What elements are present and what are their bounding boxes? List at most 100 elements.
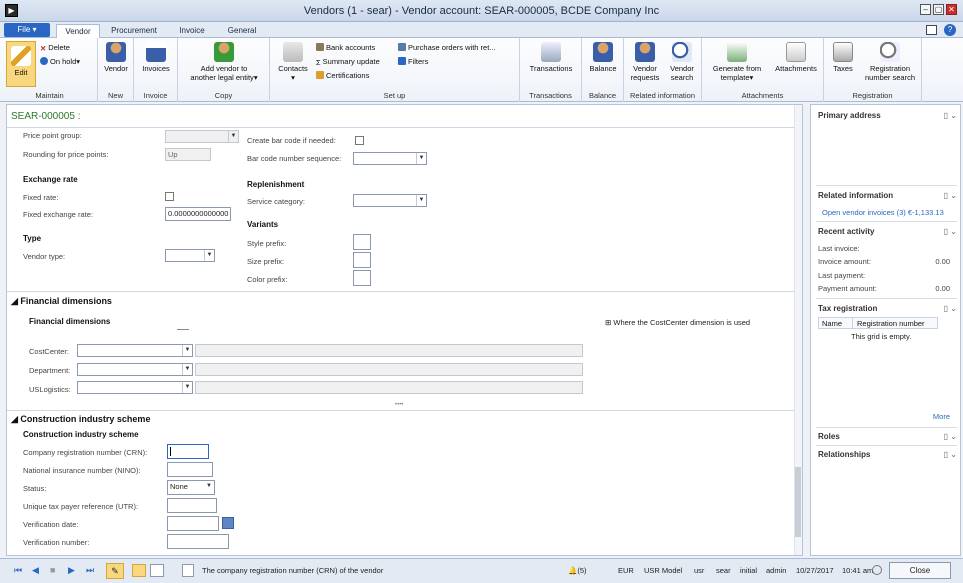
- pane-icons[interactable]: ▯ ⌄: [944, 450, 957, 459]
- record-id: SEAR-000005 :: [11, 111, 81, 122]
- pane-icons[interactable]: ▯ ⌄: [944, 111, 957, 120]
- session-date[interactable]: 10/27/2017: [796, 566, 834, 575]
- group-label: Transactions: [529, 91, 572, 100]
- fixed-exchange-rate-field[interactable]: 0.0000000000000: [165, 207, 231, 221]
- related-information-heading[interactable]: Related information: [818, 191, 893, 200]
- layer[interactable]: usr: [694, 566, 704, 575]
- color-prefix-field[interactable]: [353, 270, 371, 286]
- pane-icons[interactable]: ▯ ⌄: [944, 304, 957, 313]
- financial-dimensions-section[interactable]: ◢ Financial dimensions: [11, 296, 112, 307]
- barcode-seq-field[interactable]: ▼: [353, 152, 427, 165]
- grid-view-icon[interactable]: [150, 564, 164, 577]
- style-prefix-field[interactable]: [353, 234, 371, 250]
- size-prefix-field[interactable]: [353, 252, 371, 268]
- partition[interactable]: initial: [740, 566, 757, 575]
- invoices-button[interactable]: Invoices: [138, 42, 174, 73]
- taxes-button[interactable]: Taxes: [828, 42, 858, 73]
- transactions-button[interactable]: Transactions: [524, 42, 578, 73]
- delete-button[interactable]: ✕ Delete: [40, 43, 70, 53]
- vendor-requests-button[interactable]: Vendor requests: [628, 42, 662, 82]
- session-time[interactable]: 10:41 am: [842, 566, 873, 575]
- nino-field[interactable]: [167, 462, 213, 477]
- open-vendor-invoices-link[interactable]: Open vendor invoices (3) €-1,133.13: [822, 208, 944, 217]
- user[interactable]: admin: [766, 566, 786, 575]
- balance-icon: [593, 42, 613, 62]
- summary-update-button[interactable]: Σ Summary update: [316, 57, 380, 67]
- new-vendor-button[interactable]: Vendor: [100, 42, 132, 73]
- first-record-icon[interactable]: ⏮: [14, 565, 22, 576]
- bank-accounts-button[interactable]: Bank accounts: [316, 43, 375, 53]
- where-used-toggle[interactable]: ⊞ Where the CostCenter dimension is used: [605, 318, 750, 327]
- group-related-information: Vendor requests Vendor search Related info…: [624, 38, 702, 102]
- relationships-heading[interactable]: Relationships: [818, 450, 870, 459]
- cis-section[interactable]: ◢ Construction industry scheme: [11, 414, 150, 425]
- utr-field[interactable]: [167, 498, 217, 513]
- certifications-button[interactable]: Certifications: [316, 71, 369, 81]
- vendor-search-button[interactable]: Vendor search: [666, 42, 698, 82]
- verification-date-field[interactable]: [167, 516, 219, 531]
- pencil-icon: [11, 46, 31, 66]
- tab-procurement[interactable]: Procurement: [104, 24, 164, 38]
- verification-number-field[interactable]: [167, 534, 229, 549]
- column-name[interactable]: Name: [822, 319, 842, 328]
- stop-icon[interactable]: ■: [50, 565, 55, 575]
- form-view-icon[interactable]: [132, 564, 146, 577]
- previous-record-icon[interactable]: ◀: [32, 565, 39, 576]
- vertical-scrollbar[interactable]: [794, 105, 802, 555]
- model[interactable]: USR Model: [644, 566, 682, 575]
- primary-address-heading[interactable]: Primary address: [818, 111, 881, 120]
- tab-invoice[interactable]: Invoice: [170, 24, 214, 38]
- resize-grip[interactable]: ••••: [395, 402, 403, 408]
- pane-icons[interactable]: ▯ ⌄: [944, 432, 957, 441]
- document-icon[interactable]: [182, 564, 194, 577]
- generate-from-template-button[interactable]: Generate from template▾: [706, 42, 768, 82]
- main-form: SEAR-000005 : Price point group: ▼ Round…: [6, 104, 803, 556]
- service-category-field[interactable]: ▼: [353, 194, 427, 207]
- help-icon[interactable]: ?: [944, 24, 956, 36]
- on-hold-button[interactable]: On hold▾: [40, 57, 80, 67]
- add-vendor-to-legal-entity-button[interactable]: Add vendor to another legal entity▾: [182, 42, 266, 82]
- close-icon[interactable]: ✕: [946, 4, 957, 15]
- costcenter-field[interactable]: ▼: [77, 344, 193, 357]
- rounding-field[interactable]: Up: [165, 148, 211, 161]
- calendar-icon[interactable]: [222, 517, 234, 529]
- vendor-type-field[interactable]: ▼: [165, 249, 215, 262]
- tab-vendor[interactable]: Vendor: [56, 24, 100, 38]
- price-point-group-field[interactable]: ▼: [165, 130, 239, 143]
- status-select[interactable]: None ▼: [167, 480, 215, 495]
- alerts-indicator[interactable]: 🔔(5): [568, 566, 587, 575]
- purchase-orders-button[interactable]: Purchase orders with ret...: [398, 43, 496, 53]
- vendor-type-label: Vendor type:: [23, 252, 66, 261]
- next-record-icon[interactable]: ▶: [68, 565, 75, 576]
- tax-registration-heading[interactable]: Tax registration: [818, 304, 877, 313]
- more-link[interactable]: More: [933, 412, 950, 421]
- registration-number-search-button[interactable]: Registration number search: [860, 42, 920, 82]
- uslogistics-field[interactable]: ▼: [77, 381, 193, 394]
- balance-button[interactable]: Balance: [586, 42, 620, 73]
- minimize-icon[interactable]: –: [920, 4, 931, 15]
- last-record-icon[interactable]: ⏭: [86, 565, 94, 576]
- currency[interactable]: EUR: [618, 566, 634, 575]
- pane-icons[interactable]: ▯ ⌄: [944, 227, 957, 236]
- filters-button[interactable]: Filters: [398, 57, 428, 67]
- department-field[interactable]: ▼: [77, 363, 193, 376]
- roles-heading[interactable]: Roles: [818, 432, 840, 441]
- company[interactable]: sear: [716, 566, 731, 575]
- scrollbar-thumb[interactable]: [795, 467, 801, 537]
- fixed-rate-checkbox[interactable]: [165, 192, 174, 201]
- service-category-label: Service category:: [247, 197, 305, 206]
- attachments-button[interactable]: Attachments: [770, 42, 822, 73]
- recent-activity-heading[interactable]: Recent activity: [818, 227, 874, 236]
- edit-button[interactable]: Edit: [6, 41, 36, 87]
- crn-field[interactable]: [167, 444, 209, 459]
- close-button[interactable]: Close: [889, 562, 951, 579]
- create-barcode-checkbox[interactable]: [355, 136, 364, 145]
- column-registration-number[interactable]: Registration number: [857, 319, 925, 328]
- pane-icons[interactable]: ▯ ⌄: [944, 191, 957, 200]
- tab-general[interactable]: General: [220, 24, 264, 38]
- window-mode-icon[interactable]: [926, 25, 937, 35]
- contacts-button[interactable]: Contacts ▾: [276, 42, 310, 82]
- file-menu-button[interactable]: File ▾: [4, 23, 50, 37]
- maximize-icon[interactable]: ▢: [933, 4, 944, 15]
- edit-mode-icon[interactable]: ✎: [106, 563, 124, 579]
